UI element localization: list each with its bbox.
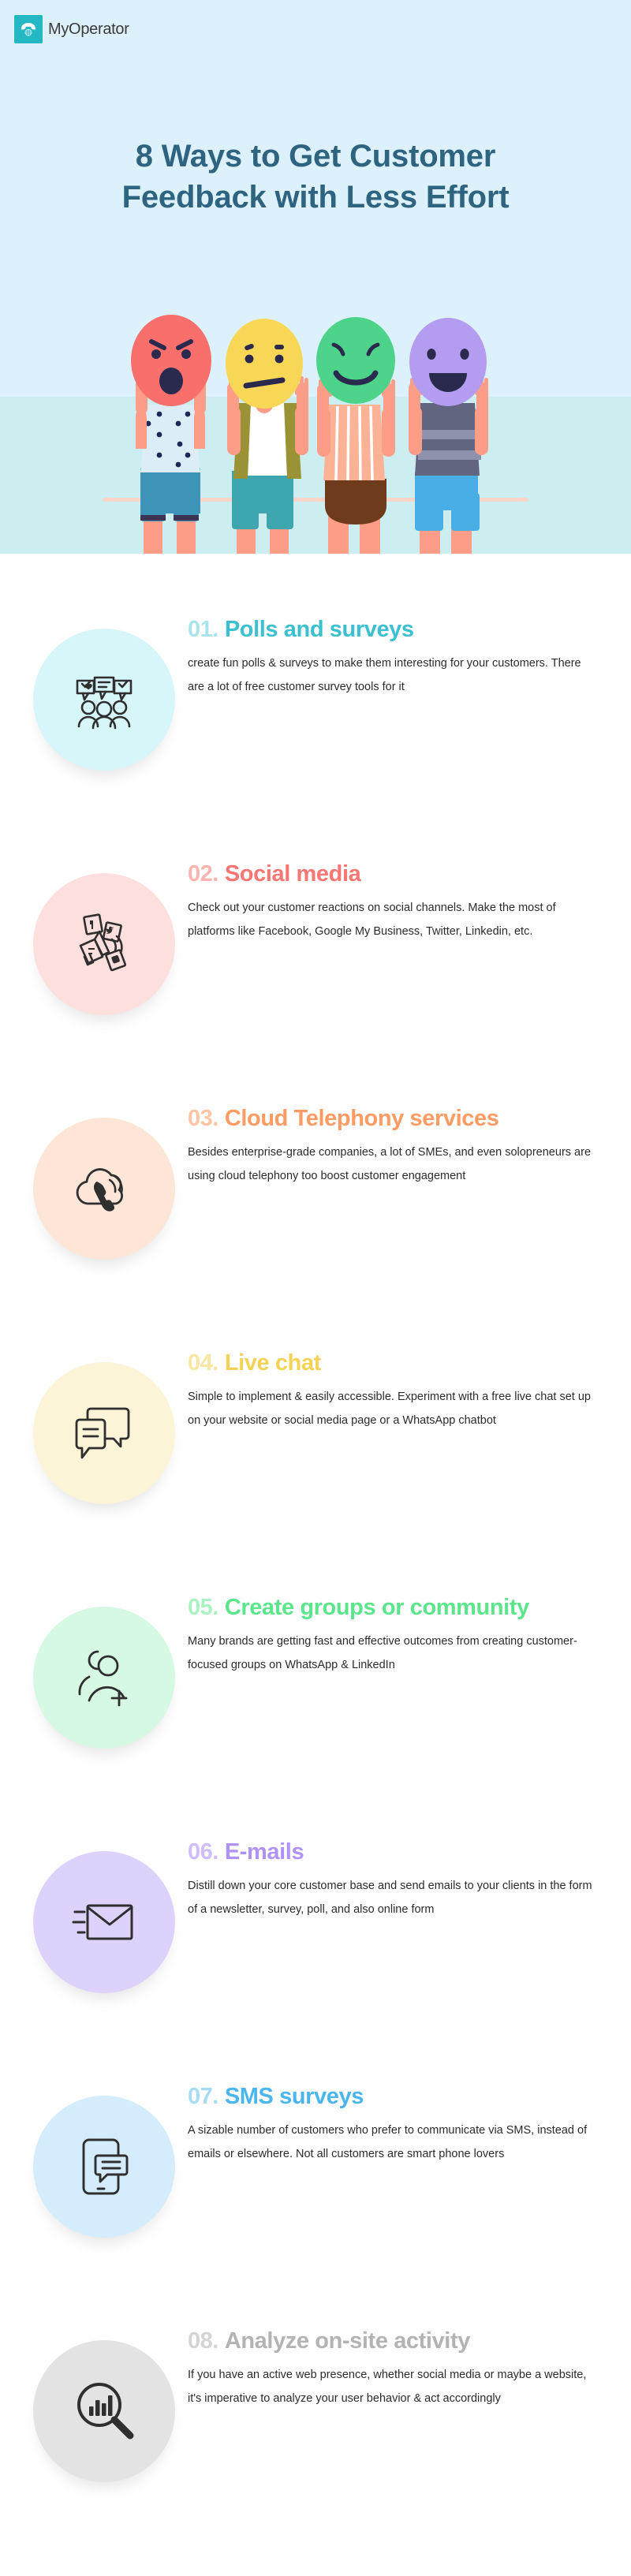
brand-name: MyOperator [48, 20, 129, 38]
icon-circle [33, 1851, 175, 1993]
list-item[interactable]: 07. SMS surveys A sizable number of cust… [0, 2021, 631, 2265]
list-item[interactable]: 05. Create groups or community Many bran… [0, 1532, 631, 1776]
speech-bubbles-people-icon [76, 676, 133, 730]
item-body: 02. Social media Check out your customer… [175, 798, 599, 943]
chat-bubbles-icon [75, 1407, 130, 1459]
item-heading: 03. Cloud Telephony services [188, 1106, 599, 1132]
item-description: If you have an active web presence, whet… [188, 2369, 587, 2405]
item-heading: 01. Polls and surveys [188, 617, 599, 643]
telephone-icon [14, 15, 43, 43]
item-number: 07. [188, 2084, 218, 2109]
item-description: Check out your customer reactions on soc… [188, 902, 556, 938]
item-number: 02. [188, 861, 218, 887]
item-title: E-mails [224, 1839, 304, 1865]
cloud-phone-icon [76, 1168, 123, 1211]
item-title: Social media [224, 861, 361, 887]
item-description: Many brands are getting fast and effecti… [188, 1635, 577, 1671]
icon-circle [33, 873, 175, 1015]
hero-illustration [95, 304, 536, 554]
item-title: Analyze on-site activity [224, 2328, 471, 2354]
item-body: 06. E-mails Distill down your core custo… [175, 1776, 599, 1921]
item-number: 08. [188, 2328, 218, 2354]
icon-wrap [33, 629, 175, 771]
person-happy [409, 318, 488, 554]
icon-wrap [33, 2340, 175, 2482]
icon-circle [33, 1118, 175, 1260]
phone-message-icon [82, 2138, 129, 2195]
icon-wrap [33, 2096, 175, 2238]
item-title: Polls and surveys [224, 617, 414, 642]
item-number: 05. [188, 1595, 218, 1620]
item-heading: 02. Social media [188, 861, 599, 887]
item-description: Besides enterprise-grade companies, a lo… [188, 1146, 592, 1182]
list-item[interactable]: 04. Live chat Simple to implement & easi… [0, 1287, 631, 1532]
item-body: 08. Analyze on-site activity If you have… [175, 2265, 599, 2410]
list-item[interactable]: 06. E-mails Distill down your core custo… [0, 1776, 631, 2021]
item-heading: 05. Create groups or community [188, 1595, 599, 1621]
icon-wrap [33, 873, 175, 1015]
person-angry [131, 315, 211, 554]
item-title: SMS surveys [224, 2084, 364, 2109]
item-title: Cloud Telephony services [224, 1106, 499, 1131]
item-heading: 04. Live chat [188, 1350, 599, 1376]
icon-wrap [33, 1118, 175, 1260]
item-body: 05. Create groups or community Many bran… [175, 1532, 599, 1677]
item-number: 01. [188, 617, 218, 642]
icon-circle [33, 629, 175, 771]
page-title-line2: Feedback with Less Effort [121, 180, 510, 215]
item-heading: 06. E-mails [188, 1839, 599, 1865]
magnifier-chart-icon [77, 2383, 134, 2440]
item-number: 04. [188, 1350, 218, 1376]
list-item[interactable]: 08. Analyze on-site activity If you have… [0, 2265, 631, 2510]
list-item[interactable]: 02. Social media Check out your customer… [0, 798, 631, 1043]
icon-circle [33, 1362, 175, 1504]
megaphone-social-icon [79, 913, 127, 972]
methods-list: 01. Polls and surveys create fun polls &… [0, 554, 631, 2510]
icon-circle [33, 2340, 175, 2482]
item-title: Live chat [224, 1350, 322, 1376]
item-body: 07. SMS surveys A sizable number of cust… [175, 2021, 599, 2166]
page-title: 8 Ways to Get Customer Feedback with Les… [0, 136, 631, 218]
item-body: 04. Live chat Simple to implement & easi… [175, 1287, 599, 1432]
item-description: Distill down your core customer base and… [188, 1880, 592, 1916]
hero-section: MyOperator 8 Ways to Get Customer Feedba… [0, 0, 631, 554]
brand-logo[interactable]: MyOperator [14, 15, 129, 43]
add-user-group-icon [78, 1650, 128, 1707]
icon-wrap [33, 1607, 175, 1749]
item-body: 01. Polls and surveys create fun polls &… [175, 554, 599, 699]
person-smiling [316, 317, 395, 554]
icon-circle [33, 2096, 175, 2238]
item-heading: 08. Analyze on-site activity [188, 2328, 599, 2354]
item-body: 03. Cloud Telephony services Besides ent… [175, 1043, 599, 1188]
list-item[interactable]: 03. Cloud Telephony services Besides ent… [0, 1043, 631, 1287]
item-heading: 07. SMS surveys [188, 2084, 599, 2110]
item-description: A sizable number of customers who prefer… [188, 2124, 588, 2160]
envelope-icon [72, 1904, 133, 1940]
icon-wrap [33, 1851, 175, 1993]
person-neutral [226, 319, 308, 554]
item-title: Create groups or community [224, 1595, 529, 1620]
item-number: 03. [188, 1106, 218, 1131]
item-description: create fun polls & surveys to make them … [188, 657, 581, 693]
item-number: 06. [188, 1839, 218, 1865]
icon-circle [33, 1607, 175, 1749]
icon-wrap [33, 1362, 175, 1504]
page-title-line1: 8 Ways to Get Customer [135, 139, 496, 174]
item-description: Simple to implement & easily accessible.… [188, 1391, 591, 1427]
list-item[interactable]: 01. Polls and surveys create fun polls &… [0, 554, 631, 798]
